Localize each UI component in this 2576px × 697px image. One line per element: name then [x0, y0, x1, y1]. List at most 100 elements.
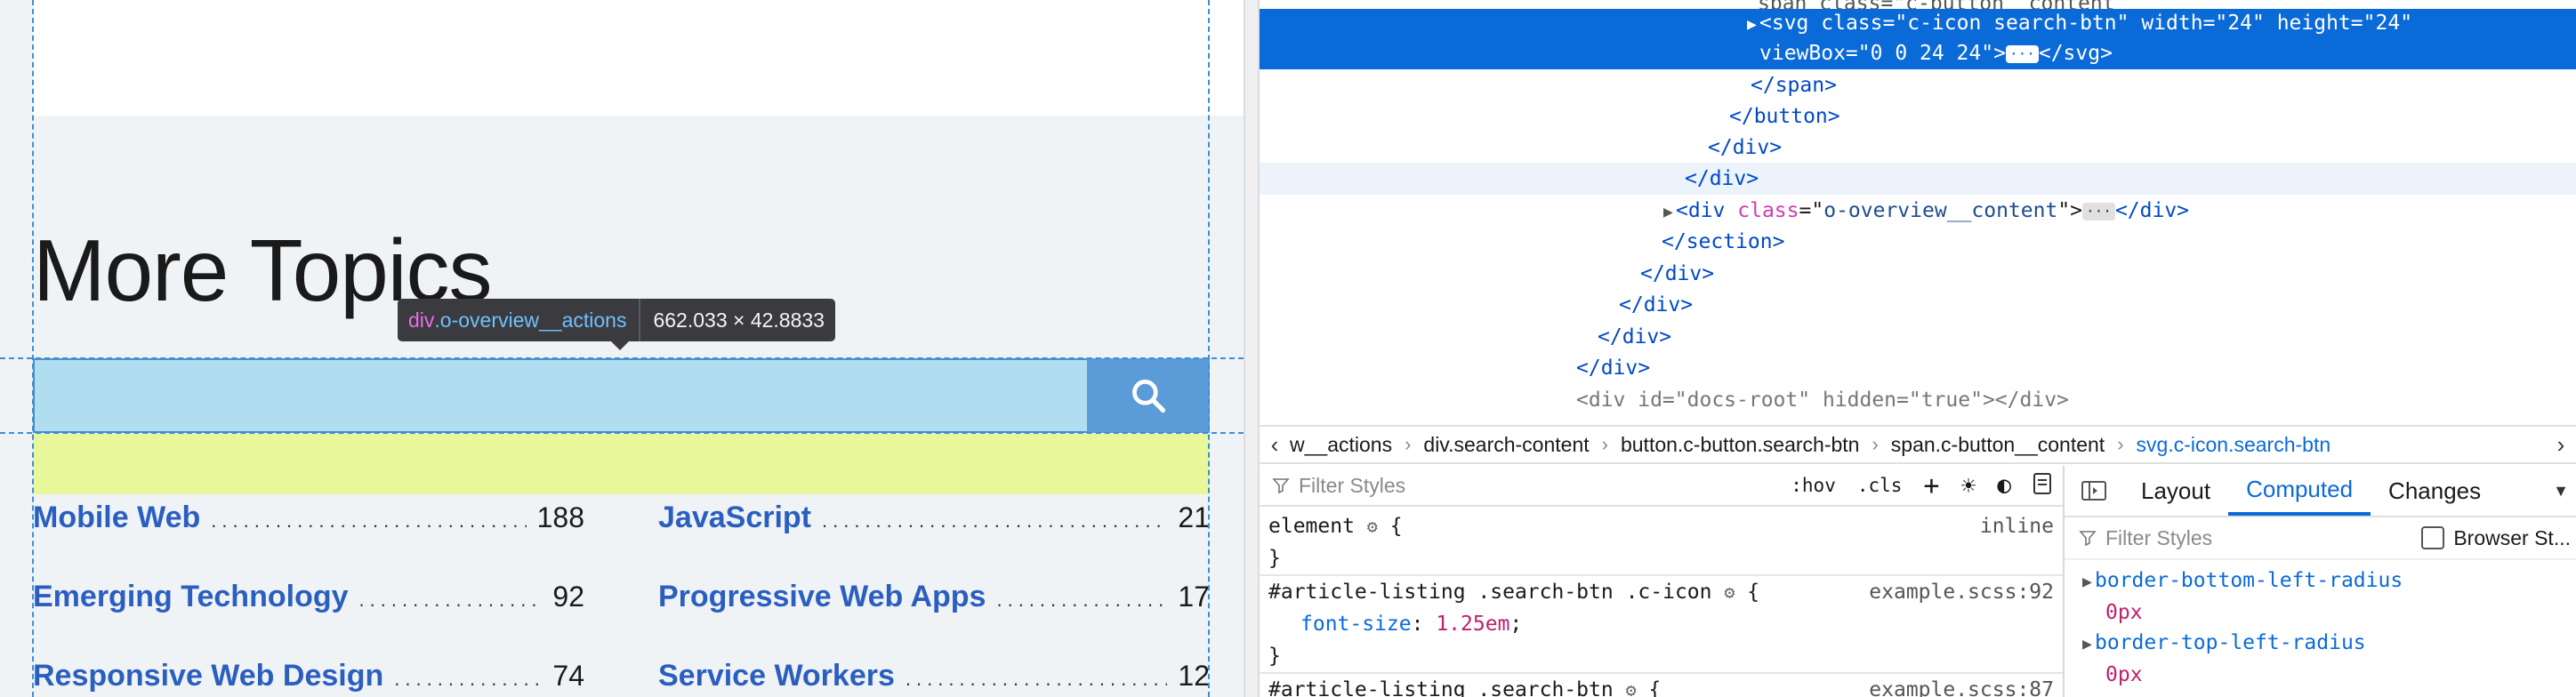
- computed-property-name: border-top-left-radius: [2095, 631, 2366, 654]
- leader-dots: ........................................…: [394, 668, 542, 690]
- browser-styles-checkbox[interactable]: Browser St...: [2421, 526, 2571, 550]
- gear-icon[interactable]: ⚙: [1367, 510, 1378, 542]
- topic-count: 21: [1178, 501, 1210, 533]
- chevron-right-icon[interactable]: ›: [2546, 431, 2576, 459]
- markup-line[interactable]: </button>: [1260, 100, 2576, 132]
- markup-line[interactable]: </section>: [1260, 226, 2576, 258]
- topic-count: 17: [1178, 581, 1210, 613]
- markup-line-selected[interactable]: ▶ <svg class="c-icon search-btn" width="2…: [1260, 9, 2576, 69]
- css-property[interactable]: font-size: [1300, 613, 1412, 636]
- rule-declaration[interactable]: font-size: 1.25em;: [1260, 608, 2063, 640]
- markup-close-tag: </button>: [1729, 105, 1840, 128]
- tab-layout[interactable]: Layout: [2123, 466, 2228, 516]
- collapsed-children-badge[interactable]: ···: [2005, 44, 2039, 63]
- markup-line[interactable]: </div>: [1260, 321, 2576, 353]
- markup-line[interactable]: </div>: [1260, 289, 2576, 321]
- chevron-right-icon: ›: [1872, 433, 1879, 455]
- highlight-overlay: [33, 358, 1119, 433]
- breadcrumb-item[interactable]: div.search-content: [1423, 433, 1589, 457]
- markup-close-tag: </div>: [1576, 357, 1651, 380]
- computed-filter-input[interactable]: Filter Styles: [2105, 526, 2212, 550]
- cls-toggle[interactable]: .cls: [1857, 475, 1903, 496]
- chevron-left-icon[interactable]: ‹: [1260, 431, 1290, 459]
- topic-item[interactable]: Service Workers.........................…: [658, 659, 1210, 694]
- markup-line[interactable]: </div>: [1260, 352, 2576, 384]
- dark-theme-icon[interactable]: ◐: [1997, 472, 2011, 499]
- expand-triangle-icon[interactable]: ▶: [2082, 567, 2095, 597]
- markup-line[interactable]: ▶ <div class="o-overview__content"> ··· </d…: [1260, 195, 2576, 227]
- tooltip-class: .o-overview__actions: [434, 308, 627, 332]
- topic-item[interactable]: Emerging Technology.....................…: [33, 580, 584, 615]
- padding-highlight: [33, 434, 1210, 494]
- topic-item[interactable]: Mobile Web..............................…: [33, 501, 584, 536]
- leader-dots: ........................................…: [822, 509, 1167, 532]
- markup-attr-continued: viewBox="0 0 24 24">: [1759, 42, 2006, 65]
- guide-line: [0, 357, 1244, 359]
- markup-close-tag: </section>: [1662, 230, 1785, 253]
- markup-attr-value: c-icon search-btn: [1907, 12, 2117, 35]
- chevron-right-icon: ›: [2117, 433, 2124, 455]
- chevron-down-icon[interactable]: ▼: [2546, 466, 2576, 516]
- rule-selector: #article-listing .search-btn: [1268, 678, 1614, 697]
- topic-name[interactable]: Emerging Technology: [33, 580, 349, 614]
- expand-triangle-icon[interactable]: ▶: [2082, 629, 2095, 660]
- rules-toolbar: Filter Styles :hov .cls + ☀ ◐: [1260, 466, 2063, 507]
- expand-triangle-icon[interactable]: ▶: [1663, 196, 1676, 228]
- topic-item[interactable]: JavaScript..............................…: [658, 501, 1210, 536]
- rule-selector-line[interactable]: #article-listing .search-btn ⚙ { example…: [1260, 674, 2063, 697]
- rule-source[interactable]: example.scss:87: [1869, 674, 2054, 697]
- tab-changes[interactable]: Changes: [2371, 466, 2499, 516]
- markup-tag: div: [1687, 199, 1726, 222]
- tab-computed[interactable]: Computed: [2228, 466, 2371, 516]
- topic-item[interactable]: Progressive Web Apps....................…: [658, 580, 1210, 615]
- topic-name[interactable]: JavaScript: [658, 501, 811, 535]
- collapsed-children-badge[interactable]: ···: [2082, 202, 2115, 220]
- topic-name[interactable]: Progressive Web Apps: [658, 580, 986, 614]
- markup-close-tag: </div>: [1708, 136, 1783, 159]
- checkbox-box[interactable]: [2421, 526, 2445, 549]
- topic-name[interactable]: Service Workers: [658, 659, 895, 693]
- light-theme-icon[interactable]: ☀: [1960, 471, 1976, 501]
- markup-line[interactable]: </div>: [1260, 258, 2576, 290]
- breadcrumb-item[interactable]: w__actions: [1290, 433, 1392, 457]
- markup-line[interactable]: </span>: [1260, 69, 2576, 101]
- topic-item[interactable]: Responsive Web Design...................…: [33, 659, 584, 694]
- node-tooltip: div .o-overview__actions 662.033 × 42.883…: [398, 299, 835, 350]
- rule-selector-line[interactable]: #article-listing .search-btn .c-icon ⚙ {…: [1260, 576, 2063, 608]
- hov-toggle[interactable]: :hov: [1791, 475, 1836, 496]
- rule-selector-line[interactable]: element ⚙ { inline: [1260, 510, 2063, 542]
- css-value[interactable]: 1.25em: [1436, 613, 1509, 636]
- gear-icon[interactable]: ⚙: [1724, 576, 1735, 608]
- markup-attr-value: o-overview__content: [1823, 199, 2058, 222]
- markup-hidden-node: <div id="docs-root" hidden="true"></div>: [1576, 389, 2069, 412]
- topic-count: 188: [536, 501, 584, 533]
- topic-name[interactable]: Responsive Web Design: [33, 659, 383, 693]
- devtools-panel: span class="c-button__content ▶ <svg clas…: [1260, 0, 2576, 697]
- filter-icon: [1272, 478, 1290, 494]
- computed-property[interactable]: ▶ border-top-left-radius 0px: [2065, 628, 2576, 690]
- breadcrumb-item[interactable]: button.c-button.search-btn: [1621, 433, 1860, 457]
- pane-splitter[interactable]: [1244, 0, 1260, 697]
- content-area-top: [33, 0, 1244, 116]
- tooltip-tag: div: [408, 308, 435, 332]
- markup-line[interactable]: <div id="docs-root" hidden="true"></div>: [1260, 384, 2576, 416]
- add-rule-icon[interactable]: +: [1923, 470, 1939, 501]
- gear-icon[interactable]: ⚙: [1626, 674, 1637, 697]
- filter-styles-input[interactable]: Filter Styles: [1272, 474, 1780, 498]
- computed-sidebar: Layout Computed Changes ▼ Filter Styles …: [2065, 466, 2576, 697]
- breadcrumb-item-active[interactable]: svg.c-icon.search-btn: [2137, 433, 2331, 457]
- rule-selector: #article-listing .search-btn .c-icon: [1268, 581, 1712, 604]
- topic-name[interactable]: Mobile Web: [33, 501, 200, 535]
- expand-triangle-icon[interactable]: ▶: [1747, 11, 1759, 39]
- search-button[interactable]: [1087, 358, 1210, 433]
- toggle-sidebar-icon[interactable]: [2065, 466, 2123, 516]
- filter-placeholder: Filter Styles: [1299, 473, 1406, 497]
- computed-property[interactable]: ▶ border-bottom-left-radius 0px: [2065, 565, 2576, 628]
- tooltip-separator: [639, 299, 641, 341]
- markup-line[interactable]: </div>: [1260, 132, 2576, 164]
- print-media-icon[interactable]: [2033, 472, 2052, 500]
- markup-line[interactable]: </div>: [1260, 163, 2576, 195]
- markup-attr: class: [1737, 199, 1799, 222]
- rule-source[interactable]: example.scss:92: [1869, 576, 2054, 608]
- breadcrumb-item[interactable]: span.c-button__content: [1891, 433, 2105, 457]
